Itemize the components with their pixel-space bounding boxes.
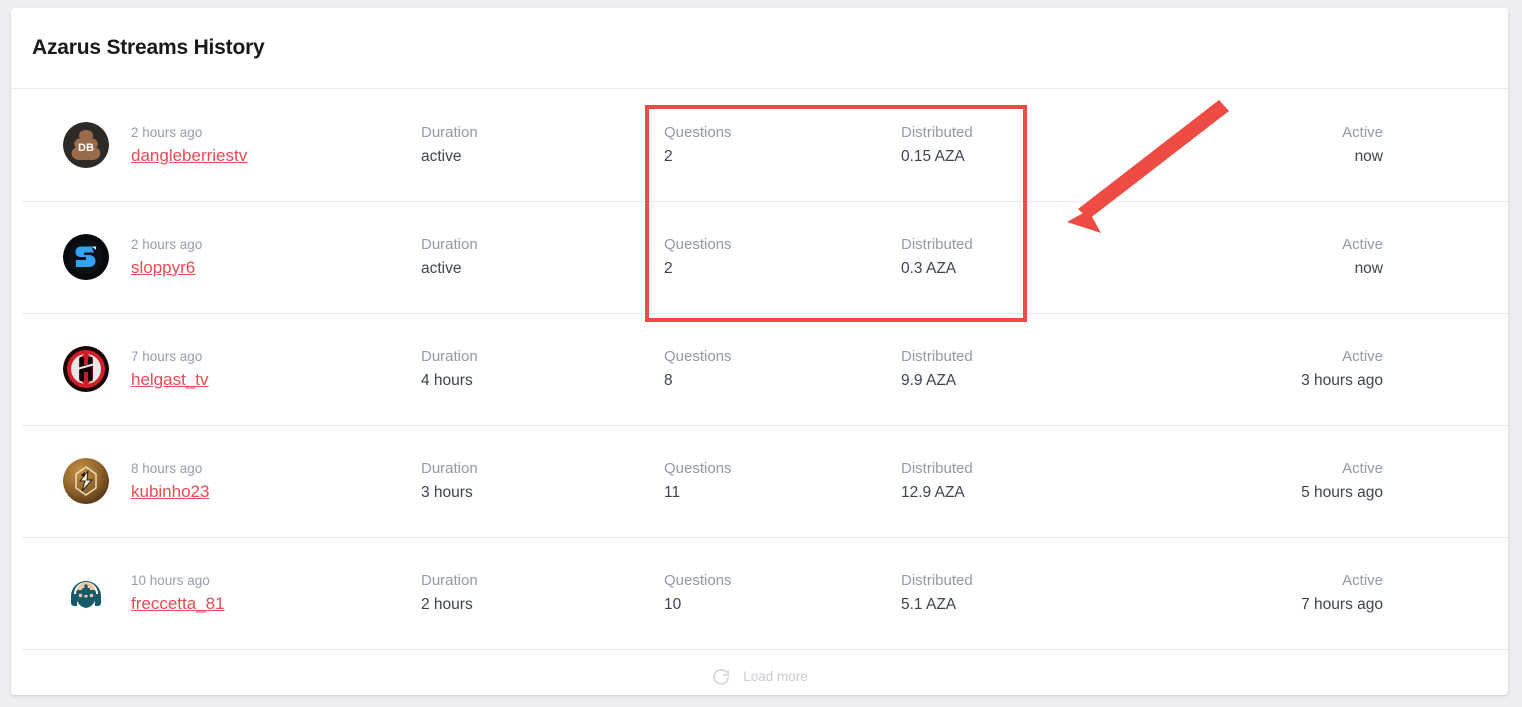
distributed-label: Distributed (901, 460, 973, 477)
streamer-cell: 8 hours ago kubinho23 (63, 458, 421, 504)
duration-value: active (421, 260, 462, 277)
active-cell: Active now (1161, 236, 1383, 278)
kubinho23-avatar (63, 458, 109, 504)
streamer-text: 8 hours ago kubinho23 (131, 461, 209, 502)
active-value: now (1354, 260, 1383, 277)
duration-label: Duration (421, 460, 478, 477)
streamer-cell: 7 hours ago helgast_tv (63, 346, 421, 392)
distributed-label: Distributed (901, 348, 973, 365)
streamer-cell: 2 hours ago sloppyr6 (63, 234, 421, 280)
stream-started-ago: 2 hours ago (131, 236, 203, 252)
duration-label: Duration (421, 124, 478, 141)
refresh-icon (711, 667, 731, 687)
distributed-value: 5.1 AZA (901, 596, 957, 613)
active-value: now (1354, 148, 1383, 165)
card-header: Azarus Streams History (11, 8, 1508, 89)
distributed-value: 12.9 AZA (901, 484, 965, 501)
active-label: Active (1342, 572, 1383, 589)
duration-label: Duration (421, 348, 478, 365)
active-cell: Active 5 hours ago (1161, 460, 1383, 502)
active-cell: Active 3 hours ago (1161, 348, 1383, 390)
active-label: Active (1342, 348, 1383, 365)
questions-value: 10 (664, 596, 682, 613)
stream-started-ago: 8 hours ago (131, 460, 203, 476)
distributed-label: Distributed (901, 236, 973, 253)
distributed-value: 9.9 AZA (901, 372, 957, 389)
load-more-button[interactable]: Load more (711, 667, 808, 687)
duration-value: 3 hours (421, 484, 473, 501)
questions-value: 8 (664, 372, 673, 389)
table-row: DB 2 hours ago dangleberriestv Duration … (11, 89, 1508, 201)
streamer-text: 2 hours ago dangleberriestv (131, 125, 247, 166)
streams-list: DB 2 hours ago dangleberriestv Duration … (11, 89, 1508, 649)
distributed-cell: Distributed 5.1 AZA (901, 572, 1161, 614)
duration-cell: Duration 4 hours (421, 348, 664, 390)
distributed-cell: Distributed 0.15 AZA (901, 124, 1161, 166)
helgast_tv-avatar (63, 346, 109, 392)
distributed-cell: Distributed 9.9 AZA (901, 348, 1161, 390)
table-row: 7 hours ago helgast_tv Duration 4 hours … (11, 313, 1508, 425)
stream-started-ago: 2 hours ago (131, 124, 203, 140)
load-more-section: Load more (11, 649, 1508, 695)
load-more-label: Load more (743, 669, 808, 684)
streamer-text: 10 hours ago freccetta_81 (131, 573, 225, 614)
duration-label: Duration (421, 572, 478, 589)
streams-history-card: Azarus Streams History DB 2 hours ago da… (11, 8, 1508, 695)
questions-cell: Questions 11 (664, 460, 901, 502)
streamer-link[interactable]: helgast_tv (131, 370, 209, 390)
questions-value: 2 (664, 148, 673, 165)
page-title: Azarus Streams History (32, 36, 265, 59)
streamer-text: 7 hours ago helgast_tv (131, 349, 209, 390)
distributed-value: 0.3 AZA (901, 260, 957, 277)
duration-value: active (421, 148, 462, 165)
streamer-link[interactable]: kubinho23 (131, 482, 209, 502)
questions-cell: Questions 8 (664, 348, 901, 390)
stream-started-ago: 7 hours ago (131, 348, 203, 364)
streamer-cell: 10 hours ago freccetta_81 (63, 570, 421, 616)
svg-text:DB: DB (78, 142, 94, 154)
duration-cell: Duration 2 hours (421, 572, 664, 614)
active-value: 5 hours ago (1301, 484, 1383, 501)
active-value: 3 hours ago (1301, 372, 1383, 389)
questions-label: Questions (664, 572, 732, 589)
table-row: 2 hours ago sloppyr6 Duration active Que… (11, 201, 1508, 313)
questions-label: Questions (664, 460, 732, 477)
table-row: 10 hours ago freccetta_81 Duration 2 hou… (11, 537, 1508, 649)
duration-label: Duration (421, 236, 478, 253)
duration-cell: Duration active (421, 124, 664, 166)
freccetta_81-avatar (63, 570, 109, 616)
questions-label: Questions (664, 124, 732, 141)
duration-cell: Duration active (421, 236, 664, 278)
distributed-cell: Distributed 0.3 AZA (901, 236, 1161, 278)
active-label: Active (1342, 236, 1383, 253)
active-cell: Active 7 hours ago (1161, 572, 1383, 614)
questions-label: Questions (664, 348, 732, 365)
sloppyr6-avatar (63, 234, 109, 280)
questions-cell: Questions 2 (664, 236, 901, 278)
active-label: Active (1342, 124, 1383, 141)
active-label: Active (1342, 460, 1383, 477)
questions-label: Questions (664, 236, 732, 253)
streamer-text: 2 hours ago sloppyr6 (131, 237, 202, 278)
distributed-label: Distributed (901, 124, 973, 141)
duration-value: 2 hours (421, 596, 473, 613)
questions-value: 2 (664, 260, 673, 277)
active-cell: Active now (1161, 124, 1383, 166)
dangleberriestv-avatar: DB (63, 122, 109, 168)
duration-cell: Duration 3 hours (421, 460, 664, 502)
distributed-label: Distributed (901, 572, 973, 589)
stream-started-ago: 10 hours ago (131, 572, 210, 588)
streamer-link[interactable]: sloppyr6 (131, 258, 202, 278)
distributed-value: 0.15 AZA (901, 148, 965, 165)
streamer-cell: DB 2 hours ago dangleberriestv (63, 122, 421, 168)
questions-value: 11 (664, 484, 681, 501)
duration-value: 4 hours (421, 372, 473, 389)
distributed-cell: Distributed 12.9 AZA (901, 460, 1161, 502)
streamer-link[interactable]: dangleberriestv (131, 146, 247, 166)
questions-cell: Questions 2 (664, 124, 901, 166)
questions-cell: Questions 10 (664, 572, 901, 614)
table-row: 8 hours ago kubinho23 Duration 3 hours Q… (11, 425, 1508, 537)
streamer-link[interactable]: freccetta_81 (131, 594, 225, 614)
active-value: 7 hours ago (1301, 596, 1383, 613)
